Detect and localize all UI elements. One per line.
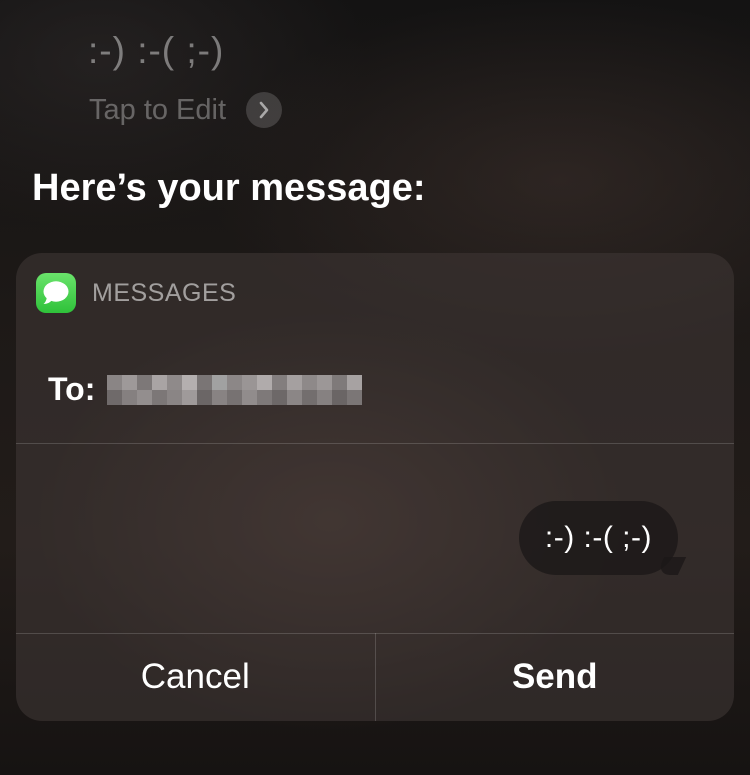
- action-bar: Cancel Send: [16, 633, 734, 721]
- tap-to-edit-label: Tap to Edit: [89, 93, 227, 126]
- recipient-row[interactable]: To:: [48, 371, 363, 408]
- siri-response-title: Here’s your message:: [32, 167, 426, 209]
- chevron-right-icon[interactable]: [246, 92, 283, 128]
- siri-transcript: :-) :-( ;-): [88, 30, 225, 71]
- send-button[interactable]: Send: [376, 633, 735, 721]
- recipient-redacted: [107, 374, 363, 405]
- message-card: MESSAGES To: :-) :-( ;-) Cancel Send: [16, 253, 734, 721]
- tap-to-edit[interactable]: Tap to Edit: [89, 92, 283, 128]
- cancel-button[interactable]: Cancel: [16, 633, 375, 721]
- message-bubble: :-) :-( ;-): [518, 501, 678, 575]
- messages-app-icon: [36, 273, 76, 313]
- app-name: MESSAGES: [92, 278, 237, 307]
- to-label: To:: [48, 371, 96, 407]
- header-divider: [16, 443, 734, 444]
- card-header: MESSAGES: [36, 273, 236, 313]
